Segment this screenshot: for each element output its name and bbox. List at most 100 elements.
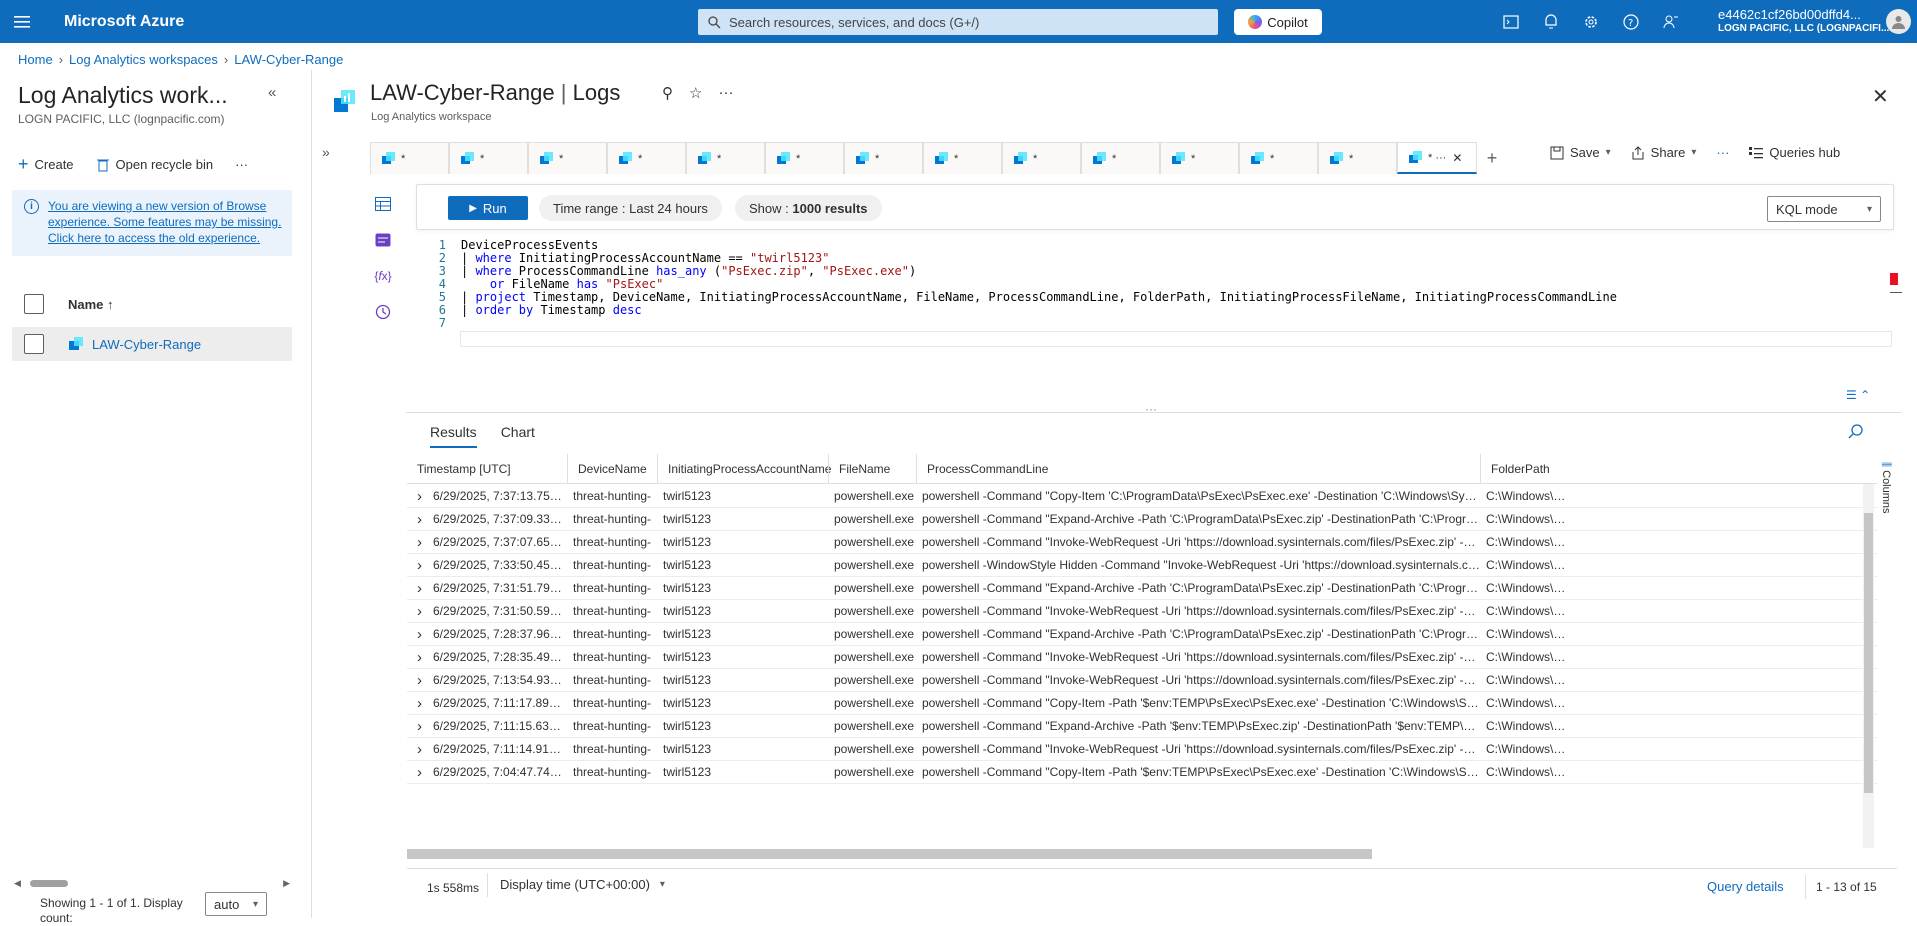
query-tab[interactable]: * <box>1239 142 1318 174</box>
expand-row-icon[interactable]: › <box>417 692 429 715</box>
avatar[interactable] <box>1886 9 1911 34</box>
query-editor[interactable]: 1 DeviceProcessEvents 2 | where InitiatingP… <box>416 234 1894 354</box>
breadcrumb-workspaces[interactable]: Log Analytics workspaces <box>69 52 218 67</box>
table-row[interactable]: › 6/29/2025, 7:04:47.744 PM threat-hunting… <box>407 761 1877 784</box>
expand-row-icon[interactable]: › <box>417 554 429 577</box>
table-row[interactable]: › 6/29/2025, 7:31:51.791 PM threat-hunting… <box>407 577 1877 600</box>
query-tab[interactable]: * <box>528 142 607 174</box>
tables-icon[interactable] <box>372 193 394 215</box>
queries-hub-button[interactable]: Queries hub <box>1749 145 1840 160</box>
notifications-icon[interactable] <box>1540 11 1562 33</box>
tab-chart[interactable]: Chart <box>501 424 535 448</box>
row-checkbox[interactable] <box>24 334 44 354</box>
list-item[interactable]: LAW-Cyber-Range <box>12 327 292 361</box>
scroll-left-icon[interactable]: ◀ <box>14 878 21 889</box>
query-tab[interactable]: * <box>1081 142 1160 174</box>
feedback-icon[interactable] <box>1660 11 1682 33</box>
more-icon[interactable]: ··· <box>1716 145 1729 160</box>
left-horizontal-scrollbar[interactable]: ◀ ▶ <box>12 878 292 888</box>
pin-icon[interactable]: ⚲ <box>662 84 673 102</box>
table-row[interactable]: › 6/29/2025, 7:28:37.962 PM threat-hunting… <box>407 623 1877 646</box>
expand-row-icon[interactable]: › <box>417 485 429 508</box>
expand-row-icon[interactable]: › <box>417 738 429 761</box>
code-line[interactable]: or FileName has "PsExec" <box>461 277 663 291</box>
expand-row-icon[interactable]: › <box>417 646 429 669</box>
column-header[interactable]: Timestamp [UTC] <box>407 454 567 484</box>
table-row[interactable]: › 6/29/2025, 7:37:07.650 PM threat-hunting… <box>407 531 1877 554</box>
cloud-shell-icon[interactable] <box>1500 11 1522 33</box>
query-tab[interactable]: * <box>607 142 686 174</box>
columns-side-tab[interactable]: ⫼ Columns <box>1880 462 1892 514</box>
expand-row-icon[interactable]: › <box>417 508 429 531</box>
code-line[interactable]: | order by Timestamp desc <box>461 303 642 317</box>
query-details-link[interactable]: Query details <box>1707 879 1784 894</box>
column-header[interactable]: FileName <box>828 454 916 484</box>
add-tab-button[interactable]: + <box>1477 142 1507 174</box>
column-header[interactable]: InitiatingProcessAccountName <box>657 454 831 484</box>
code-line[interactable]: DeviceProcessEvents <box>461 238 598 252</box>
column-header[interactable]: ProcessCommandLine <box>916 454 1480 484</box>
results-horizontal-scrollbar[interactable] <box>407 849 1372 859</box>
settings-icon[interactable] <box>1580 11 1602 33</box>
expand-row-icon[interactable]: › <box>417 577 429 600</box>
more-icon[interactable]: ··· <box>718 84 733 102</box>
create-button[interactable]: + Create <box>18 154 74 175</box>
column-header[interactable]: DeviceName <box>567 454 657 484</box>
query-tab[interactable]: * <box>923 142 1002 174</box>
scroll-right-icon[interactable]: ▶ <box>283 878 290 889</box>
table-row[interactable]: › 6/29/2025, 7:28:35.498 PM threat-hunting… <box>407 646 1877 669</box>
query-tab[interactable]: * <box>844 142 923 174</box>
query-tab[interactable]: * <box>1160 142 1239 174</box>
display-time-select[interactable]: Display time (UTC+00:00) ▾ <box>487 873 665 897</box>
table-row[interactable]: › 6/29/2025, 7:33:50.456 PM threat-hunting… <box>407 554 1877 577</box>
breadcrumb-workspace[interactable]: LAW-Cyber-Range <box>234 52 343 67</box>
time-range-picker[interactable]: Time range : Last 24 hours <box>539 195 722 221</box>
expand-row-icon[interactable]: › <box>417 761 429 784</box>
share-button[interactable]: Share ▾ <box>1631 145 1696 160</box>
expand-row-icon[interactable]: › <box>417 531 429 554</box>
table-row[interactable]: › 6/29/2025, 7:11:17.897 PM threat-hunting… <box>407 692 1877 715</box>
close-icon[interactable]: ✕ <box>1872 84 1889 109</box>
run-button[interactable]: ▶ Run <box>448 196 528 220</box>
copilot-button[interactable]: Copilot <box>1234 9 1322 35</box>
kql-mode-select[interactable]: KQL mode ▾ <box>1767 196 1881 222</box>
query-tab[interactable]: * <box>1002 142 1081 174</box>
expand-row-icon[interactable]: › <box>417 623 429 646</box>
brand-title[interactable]: Microsoft Azure <box>64 13 184 31</box>
expand-row-icon[interactable]: › <box>417 715 429 738</box>
code-line[interactable]: | where InitiatingProcessAccountName == … <box>461 251 829 265</box>
select-all-checkbox[interactable] <box>24 294 44 314</box>
result-limit-picker[interactable]: Show : 1000 results <box>735 195 882 221</box>
table-row[interactable]: › 6/29/2025, 7:11:14.916 PM threat-hunting… <box>407 738 1877 761</box>
expand-row-icon[interactable]: › <box>417 600 429 623</box>
expand-row-icon[interactable]: › <box>417 669 429 692</box>
query-tab[interactable]: * <box>1318 142 1397 174</box>
tab-results[interactable]: Results <box>430 424 477 448</box>
format-query-icon[interactable]: ☰ ⌃ <box>1846 388 1870 402</box>
close-tab-icon[interactable]: ✕ <box>1452 151 1462 165</box>
help-icon[interactable]: ? <box>1620 11 1642 33</box>
table-row[interactable]: › 6/29/2025, 7:37:09.332 PM threat-hunting… <box>407 508 1877 531</box>
save-button[interactable]: Save ▾ <box>1550 145 1611 160</box>
query-tab[interactable]: * <box>370 142 449 174</box>
table-row[interactable]: › 6/29/2025, 7:31:50.599 PM threat-hunting… <box>407 600 1877 623</box>
history-icon[interactable] <box>372 301 394 323</box>
table-row[interactable]: › 6/29/2025, 7:13:54.934 PM threat-hunting… <box>407 669 1877 692</box>
query-tab[interactable]: * <box>686 142 765 174</box>
column-header[interactable]: FolderPath <box>1480 454 1580 484</box>
browse-notice-link[interactable]: i You are viewing a new version of Brows… <box>12 190 292 256</box>
expand-icon[interactable]: » <box>322 144 330 160</box>
account-info[interactable]: e4462c1cf26bd00dffd4... LOGN PACIFIC, LL… <box>1718 8 1889 36</box>
menu-icon[interactable] <box>0 0 44 43</box>
display-count-select[interactable]: auto ▾ <box>205 892 267 916</box>
collapse-icon[interactable]: « <box>268 84 276 101</box>
code-line[interactable]: | project Timestamp, DeviceName, Initiat… <box>461 290 1617 304</box>
code-line[interactable]: | where ProcessCommandLine has_any ("PsE… <box>461 264 916 278</box>
query-tab[interactable]: * <box>765 142 844 174</box>
functions-icon[interactable]: {f x} <box>372 265 394 287</box>
favorite-star-icon[interactable]: ☆ <box>689 84 702 102</box>
search-results-icon[interactable] <box>1848 424 1863 442</box>
global-search-input[interactable]: Search resources, services, and docs (G+… <box>698 9 1218 35</box>
table-row[interactable]: › 6/29/2025, 7:37:13.754 PM threat-hunting… <box>407 485 1877 508</box>
name-column-header[interactable]: Name ↑ <box>68 297 114 312</box>
